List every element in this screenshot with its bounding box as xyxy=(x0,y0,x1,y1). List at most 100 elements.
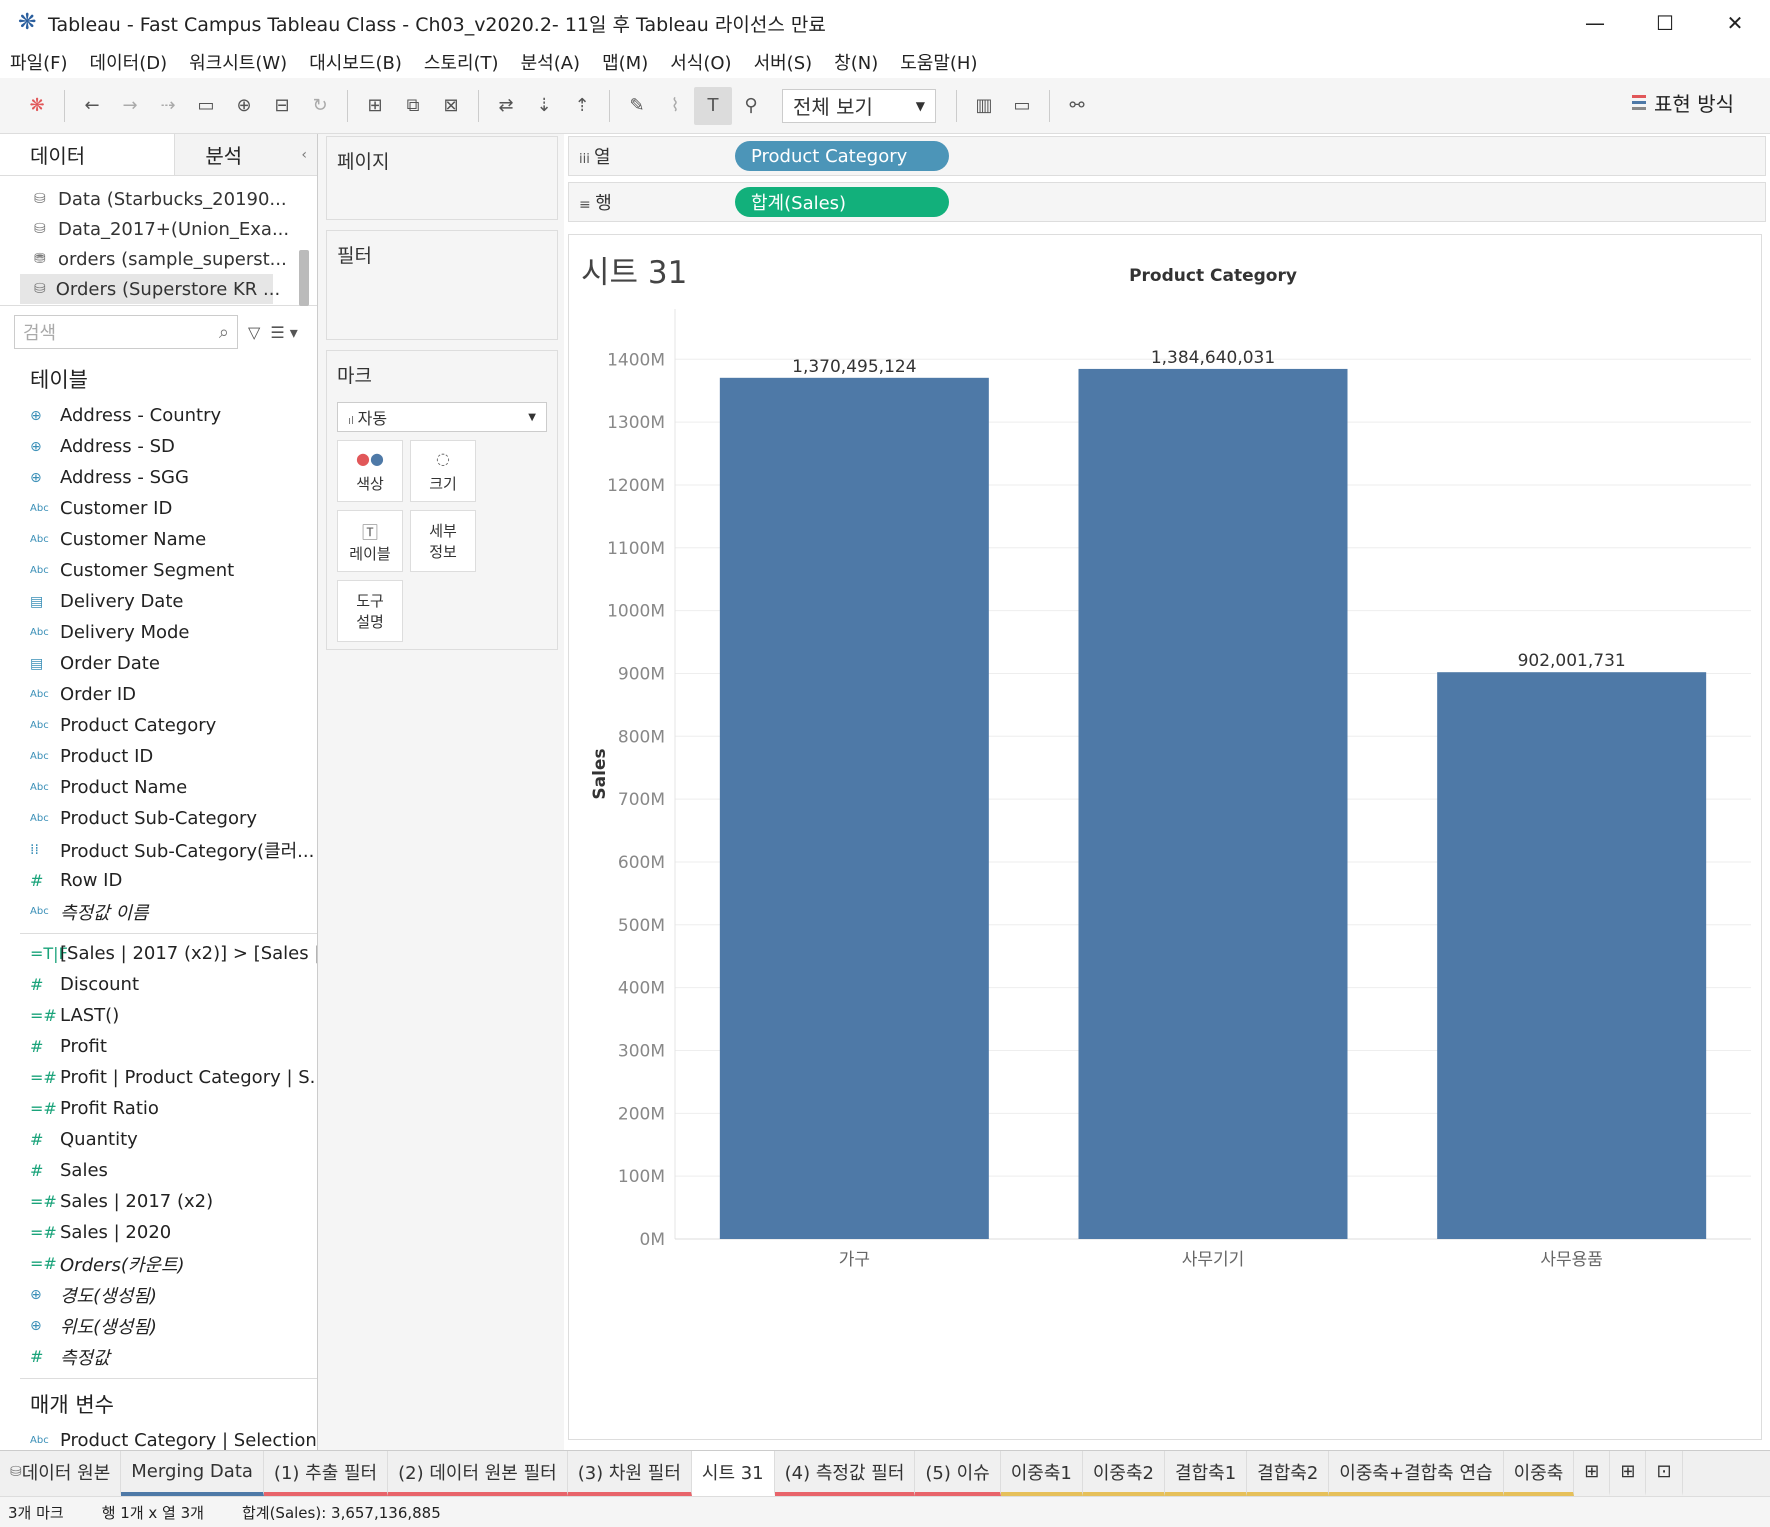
dimension-field[interactable]: Abc Product ID xyxy=(0,741,317,772)
dimension-field[interactable]: ⊕ Address - SGG xyxy=(0,462,317,493)
data-source-item-selected[interactable]: ⛁ Orders (Superstore KR ... xyxy=(20,274,280,304)
sheet-tab[interactable]: 결합축2 xyxy=(1247,1451,1330,1496)
sort-descending-icon[interactable]: ⇡ xyxy=(563,87,601,125)
filters-card[interactable]: 필터 xyxy=(326,230,558,340)
sheet-tab[interactable]: (2) 데이터 원본 필터 xyxy=(388,1451,568,1496)
dimension-field[interactable]: # Row ID xyxy=(0,865,317,896)
new-worksheet-icon[interactable]: ⊞ xyxy=(356,87,394,125)
rows-shelf[interactable]: ≡ 행 합계(Sales) xyxy=(568,182,1766,222)
columns-pill[interactable]: Product Category xyxy=(735,141,949,171)
new-story-icon[interactable]: ⊡ xyxy=(1646,1451,1683,1496)
pages-card[interactable]: 페이지 xyxy=(326,136,558,220)
filter-icon[interactable]: ▽ xyxy=(248,323,260,342)
data-source-item[interactable]: ⛃ orders (sample_superst... xyxy=(0,244,317,274)
menu-item[interactable]: 서버(S) xyxy=(754,49,813,75)
dimension-field[interactable]: Abc Customer ID xyxy=(0,493,317,524)
menu-item[interactable]: 대시보드(B) xyxy=(309,49,402,75)
pause-updates-icon[interactable]: ⊟ xyxy=(263,87,301,125)
measure-field[interactable]: # Discount xyxy=(0,969,317,1000)
tab-data[interactable]: 데이터 xyxy=(0,134,174,175)
share-icon[interactable]: ⚯ xyxy=(1058,87,1096,125)
size-button[interactable]: ◌ 크기 xyxy=(410,440,476,502)
data-source-item[interactable]: ⛁ Data_2017+(Union_Exa... xyxy=(0,214,317,244)
menu-item[interactable]: 분석(A) xyxy=(521,49,580,75)
dimension-field[interactable]: ⊕ Address - Country xyxy=(0,400,317,431)
menu-item[interactable]: 파일(F) xyxy=(10,49,68,75)
close-button[interactable]: ✕ xyxy=(1700,0,1770,46)
dimension-field[interactable]: Abc 측정값 이름 xyxy=(0,896,317,927)
presentation-mode-icon[interactable]: ▭ xyxy=(1003,87,1041,125)
sheet-tab[interactable]: 이중축1 xyxy=(1000,1451,1083,1496)
label-button[interactable]: 🅃 레이블 xyxy=(337,510,403,572)
measure-field[interactable]: ⊕ 경도(생성됨) xyxy=(0,1279,317,1310)
new-dashboard-icon[interactable]: ⊞ xyxy=(1610,1451,1647,1496)
group-icon[interactable]: ⌇ xyxy=(656,87,694,125)
new-datasource-icon[interactable]: ⊕ xyxy=(225,87,263,125)
detail-button[interactable]: 세부 정보 xyxy=(410,510,476,572)
columns-shelf[interactable]: iii 열 Product Category xyxy=(568,136,1766,176)
view-size-select[interactable]: 전체 보기 ▼ xyxy=(782,88,936,123)
dimension-field[interactable]: ▤ Delivery Date xyxy=(0,586,317,617)
measure-field[interactable]: # Sales xyxy=(0,1155,317,1186)
sheet-tab[interactable]: Merging Data xyxy=(121,1451,264,1496)
menu-item[interactable]: 스토리(T) xyxy=(424,49,499,75)
menu-item[interactable]: 창(N) xyxy=(834,49,878,75)
measure-field[interactable]: =# Sales | 2017 (x2) xyxy=(0,1186,317,1217)
rows-pill[interactable]: 합계(Sales) xyxy=(735,187,949,217)
clear-sheet-icon[interactable]: ⊠ xyxy=(432,87,470,125)
menu-item[interactable]: 워크시트(W) xyxy=(189,49,287,75)
measure-field[interactable]: =# Profit Ratio xyxy=(0,1093,317,1124)
sheet-tab[interactable]: (5) 이슈 xyxy=(915,1451,1001,1496)
dimension-field[interactable]: Abc Delivery Mode xyxy=(0,617,317,648)
tab-analysis[interactable]: 분석 ‹ xyxy=(174,134,317,175)
data-source-tab[interactable]: ⛁ 데이터 원본 xyxy=(0,1451,122,1496)
new-worksheet-icon[interactable]: ⊞ xyxy=(1574,1451,1611,1496)
sheet-tab[interactable]: 이중축+결합축 연습 xyxy=(1329,1451,1504,1496)
search-input[interactable]: 검색 ⌕ xyxy=(14,315,238,349)
sort-ascending-icon[interactable]: ⇣ xyxy=(525,87,563,125)
sheet-tab[interactable]: 이중축 xyxy=(1503,1451,1575,1496)
menu-item[interactable]: 서식(O) xyxy=(670,49,731,75)
measure-field[interactable]: =# Orders(카운트) xyxy=(0,1248,317,1279)
measure-field[interactable]: # Profit xyxy=(0,1031,317,1062)
measure-field[interactable]: # Quantity xyxy=(0,1124,317,1155)
dimension-field[interactable]: Abc Order ID xyxy=(0,679,317,710)
collapse-pane-icon[interactable]: ‹ xyxy=(301,147,307,163)
dimension-field[interactable]: ⁞⁞ Product Sub-Category(클러... xyxy=(0,834,317,865)
fix-axes-icon[interactable]: ⚲ xyxy=(732,87,770,125)
replay-icon[interactable]: ⇢ xyxy=(149,87,187,125)
dimension-field[interactable]: Abc Customer Segment xyxy=(0,555,317,586)
swap-axes-icon[interactable]: ⇄ xyxy=(487,87,525,125)
mark-type-select[interactable]: ıl 자동 ▼ xyxy=(337,402,547,432)
menu-item[interactable]: 맵(M) xyxy=(602,49,648,75)
view-options-icon[interactable]: ☰ ▾ xyxy=(270,323,297,342)
color-button[interactable]: ●● 색상 xyxy=(337,440,403,502)
show-cards-icon[interactable]: ▥ xyxy=(965,87,1003,125)
tableau-home-icon[interactable]: ❋ xyxy=(18,87,56,125)
maximize-button[interactable]: ☐ xyxy=(1630,0,1700,46)
redo-icon[interactable]: → xyxy=(111,87,149,125)
sheet-tab[interactable]: (4) 측정값 필터 xyxy=(774,1451,916,1496)
save-icon[interactable]: ▭ xyxy=(187,87,225,125)
dimension-field[interactable]: Abc Product Category xyxy=(0,710,317,741)
sheet-tab[interactable]: (1) 추출 필터 xyxy=(263,1451,389,1496)
dimension-field[interactable]: Abc Product Name xyxy=(0,772,317,803)
sheet-tab[interactable]: 이중축2 xyxy=(1082,1451,1166,1496)
dimension-field[interactable]: ▤ Order Date xyxy=(0,648,317,679)
sheet-tab[interactable]: 결합축1 xyxy=(1165,1451,1248,1496)
measure-field[interactable]: ⊕ 위도(생성됨) xyxy=(0,1310,317,1341)
data-source-item[interactable]: ⛁ Data (Starbucks_20190... xyxy=(0,184,317,214)
measure-field[interactable]: =# LAST() xyxy=(0,1000,317,1031)
measure-field[interactable]: # 측정값 xyxy=(0,1341,317,1372)
tooltip-button[interactable]: 도구 설명 xyxy=(337,580,403,642)
undo-icon[interactable]: ← xyxy=(73,87,111,125)
scrollbar[interactable] xyxy=(299,250,309,306)
highlight-icon[interactable]: ✎ xyxy=(618,87,656,125)
sheet-tab[interactable]: (3) 차원 필터 xyxy=(567,1451,692,1496)
menu-item[interactable]: 데이터(D) xyxy=(90,49,168,75)
measure-field[interactable]: =# Sales | 2020 xyxy=(0,1217,317,1248)
refresh-icon[interactable]: ↻ xyxy=(301,87,339,125)
dimension-field[interactable]: Abc Customer Name xyxy=(0,524,317,555)
minimize-button[interactable]: — xyxy=(1560,0,1630,46)
dimension-field[interactable]: Abc Product Sub-Category xyxy=(0,803,317,834)
